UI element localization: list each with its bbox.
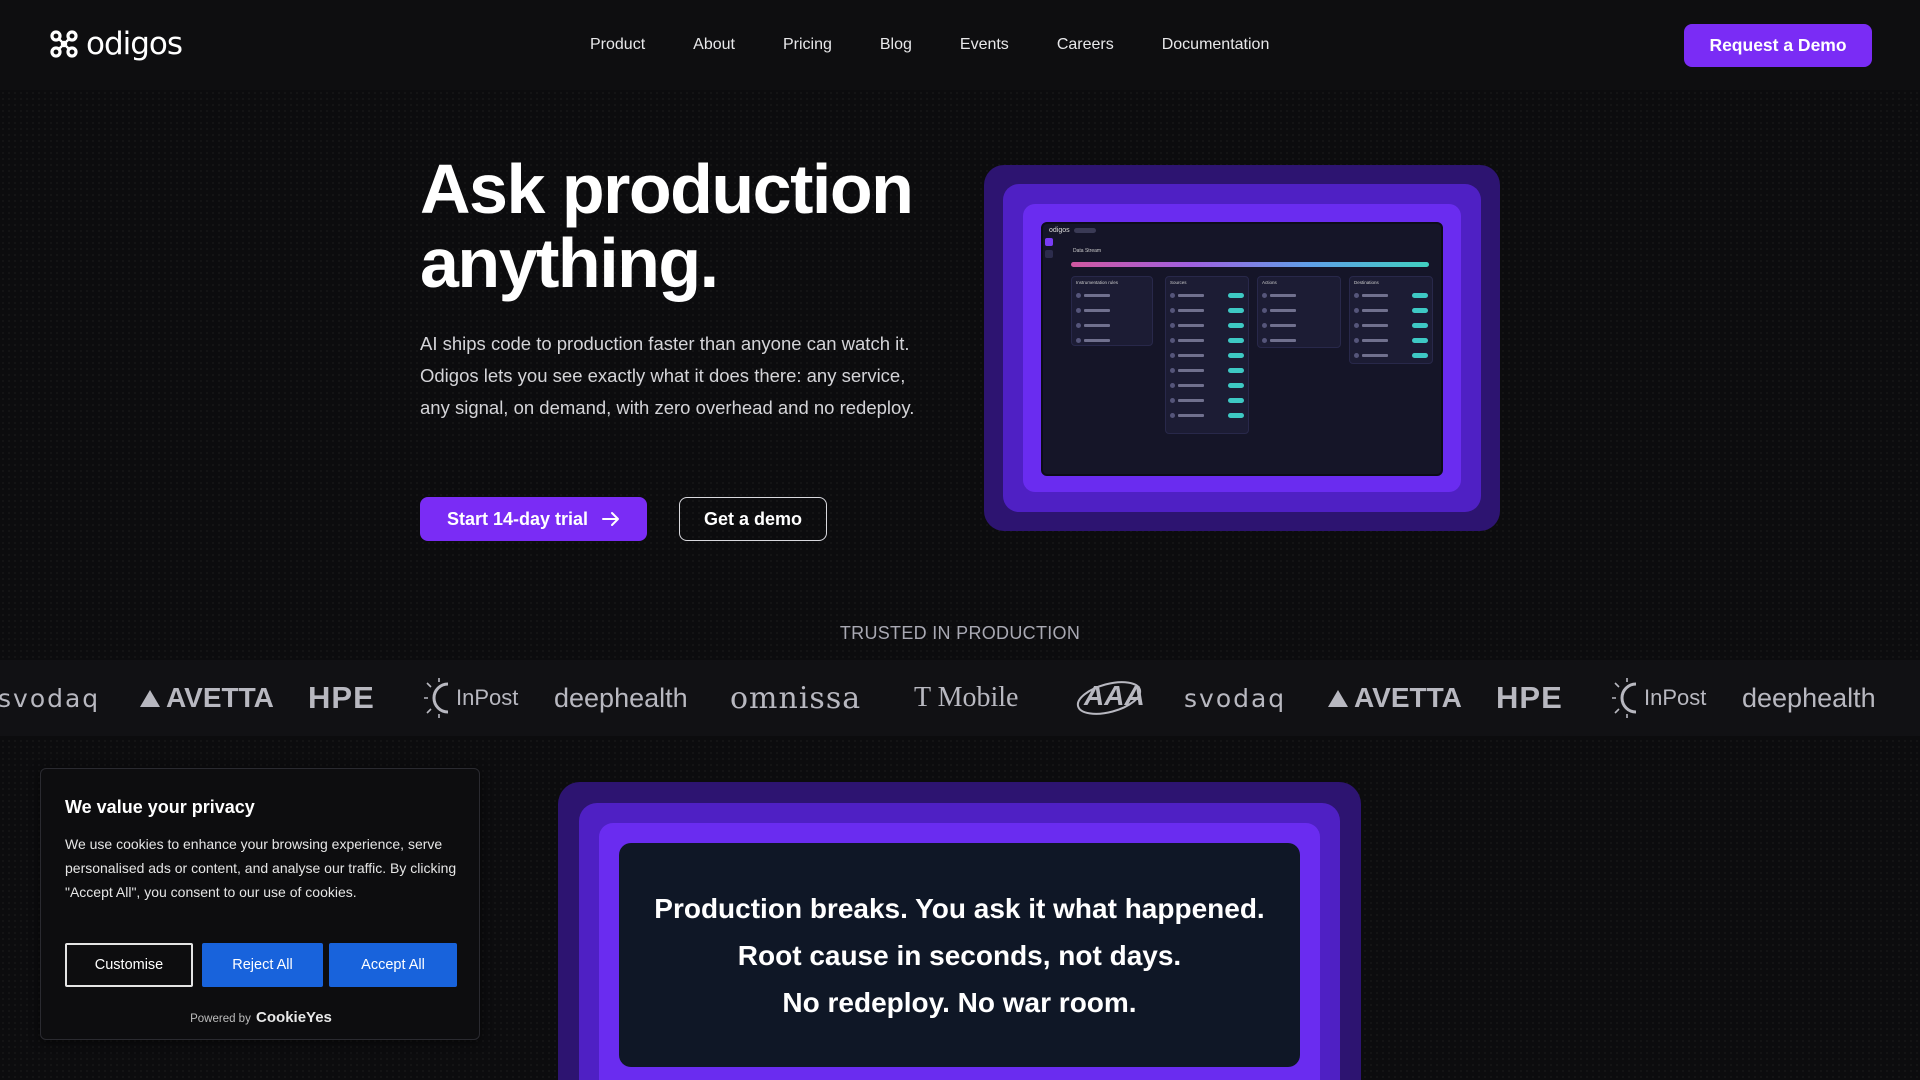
- mock-logo: odigos: [1049, 226, 1070, 234]
- mock-column-title: Actions: [1262, 280, 1277, 285]
- customise-button[interactable]: Customise: [65, 943, 193, 987]
- statement-frame: Production breaks. You ask it what happe…: [558, 782, 1361, 1080]
- odigos-logo[interactable]: odigos: [48, 26, 183, 62]
- start-trial-label: Start 14-day trial: [446, 508, 589, 529]
- statement-frame-inner: Production breaks. You ask it what happe…: [599, 823, 1320, 1080]
- hpe-logo: HPE: [1496, 680, 1563, 715]
- nav-link-blog[interactable]: Blog: [880, 36, 912, 54]
- deephealth-logo: deephealth: [554, 682, 688, 713]
- inpost-sun-icon: [424, 678, 449, 718]
- logo-wordmark: odigos: [86, 26, 183, 62]
- inpost-wordmark: InPost: [1644, 685, 1707, 710]
- statement-line-2: Root cause in seconds, not days.: [737, 939, 1182, 971]
- svodaq-logo: svodaq: [0, 683, 101, 713]
- svodaq-logo: svodaq: [1184, 683, 1287, 713]
- nav-link-careers[interactable]: Careers: [1057, 36, 1114, 54]
- avetta-wordmark: AVETTA: [1354, 682, 1462, 713]
- mock-stream-label: Data Stream: [1073, 248, 1102, 254]
- deephealth-logo: deephealth: [1742, 682, 1876, 713]
- hpe-logo: HPE: [308, 680, 375, 715]
- avetta-mark-icon: [140, 690, 160, 707]
- customer-logos-strip: svodaq AVETTA HPE InPost deephealth omni…: [0, 660, 1920, 736]
- powered-by-label: Powered by: [190, 1013, 251, 1025]
- mock-column-rules: Instrumentation rules: [1071, 276, 1153, 346]
- avetta-mark-icon: [1328, 690, 1348, 707]
- omnissa-logo: omnissa: [730, 680, 862, 716]
- cookieyes-logo[interactable]: CookieYes: [256, 1009, 332, 1026]
- mock-column-title: Destinations: [1354, 280, 1379, 285]
- nav-links: Product About Pricing Blog Events Career…: [590, 36, 1317, 54]
- statement-card: Production breaks. You ask it what happe…: [619, 843, 1300, 1067]
- cookie-title: We value your privacy: [65, 797, 255, 817]
- statement-line-1: Production breaks. You ask it what happe…: [654, 892, 1265, 924]
- inpost-logo: InPost: [424, 678, 518, 718]
- mock-badge: [1073, 227, 1096, 233]
- hero-title-line1: Ask production: [420, 150, 914, 228]
- inpost-logo: InPost: [1612, 678, 1706, 718]
- mock-topbar: odigos: [1043, 224, 1441, 236]
- mock-flow-bar: [1071, 262, 1429, 267]
- hero-title: Ask production anything.: [420, 152, 980, 300]
- odigos-logo-icon: [50, 30, 78, 58]
- accept-all-button[interactable]: Accept All: [329, 943, 457, 987]
- mock-column-destinations: Destinations: [1349, 276, 1433, 364]
- statement-frame-mid: Production breaks. You ask it what happe…: [579, 803, 1340, 1080]
- mock-sidebar: [1045, 238, 1055, 473]
- avetta-logo: AVETTA: [138, 678, 274, 718]
- mock-column-title: Sources: [1170, 280, 1187, 285]
- aaa-wordmark: AAA: [1084, 680, 1145, 711]
- reject-all-button[interactable]: Reject All: [202, 943, 323, 987]
- frame-layer-inner: odigos Data Stream Instrumentation rules…: [1023, 204, 1461, 492]
- statement-line-3: No redeploy. No war room.: [782, 986, 1137, 1018]
- cookie-consent-banner: We value your privacy We use cookies to …: [40, 768, 480, 1040]
- product-screenshot: odigos Data Stream Instrumentation rules…: [1041, 222, 1443, 476]
- nav-link-pricing[interactable]: Pricing: [783, 36, 832, 54]
- nav-link-about[interactable]: About: [693, 36, 735, 54]
- top-navigation: odigos Product About Pricing Blog Events…: [0, 0, 1920, 90]
- frame-layer-mid: odigos Data Stream Instrumentation rules…: [1003, 184, 1481, 512]
- t-mobile-logo: T Mobile: [914, 682, 1019, 713]
- nav-link-events[interactable]: Events: [960, 36, 1009, 54]
- request-demo-button[interactable]: Request a Demo: [1684, 24, 1872, 67]
- mock-column-sources: Sources: [1165, 276, 1249, 434]
- nav-link-documentation[interactable]: Documentation: [1162, 36, 1270, 54]
- trusted-heading: TRUSTED IN PRODUCTION: [839, 623, 1081, 643]
- hero-description: AI ships code to production faster than …: [420, 333, 915, 418]
- get-demo-button[interactable]: Get a demo: [679, 497, 827, 541]
- start-trial-button[interactable]: Start 14-day trial: [420, 497, 647, 541]
- nav-link-product[interactable]: Product: [590, 36, 645, 54]
- aaa-logo: AAA: [1074, 678, 1145, 718]
- product-screenshot-frame: odigos Data Stream Instrumentation rules…: [984, 165, 1500, 531]
- arrow-right-icon: [602, 512, 620, 526]
- avetta-wordmark: AVETTA: [166, 682, 274, 713]
- hero-title-line2: anything.: [420, 224, 719, 302]
- powered-by: Powered by CookieYes: [41, 1009, 481, 1026]
- avetta-logo: AVETTA: [1326, 678, 1462, 718]
- mock-column-actions: Actions: [1257, 276, 1341, 348]
- inpost-sun-icon: [1612, 678, 1637, 718]
- mock-column-title: Instrumentation rules: [1076, 280, 1119, 285]
- cookie-text: We use cookies to enhance your browsing …: [65, 836, 457, 900]
- inpost-wordmark: InPost: [456, 685, 519, 710]
